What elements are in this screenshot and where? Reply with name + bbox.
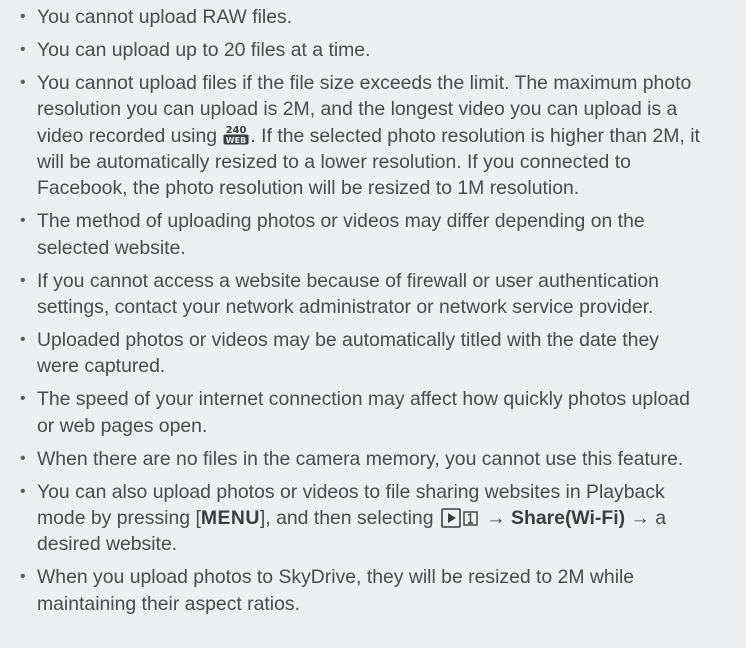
bullet: • [20, 482, 26, 500]
icon-label-top: 240 [226, 125, 247, 136]
list-item: • If you cannot access a website because… [20, 268, 706, 321]
list-item: • The method of uploading photos or vide… [20, 208, 706, 261]
note-text: You cannot upload RAW files. [37, 6, 293, 28]
list-item: • You can upload up to 20 files at a tim… [20, 37, 706, 63]
list-item: • When you upload photos to SkyDrive, th… [20, 564, 706, 617]
arrow: → [630, 506, 650, 529]
bullet: • [20, 212, 26, 230]
list-item: • When there are no files in the camera … [20, 446, 706, 472]
note-text: The method of uploading photos or videos… [37, 210, 645, 259]
list-item: • The speed of your internet connection … [20, 386, 706, 439]
list-item: • You can also upload photos or videos t… [20, 479, 706, 558]
bullet: • [20, 271, 26, 289]
note-text: You can upload up to 20 files at a time. [37, 38, 371, 61]
note-text: Uploaded photos or videos may be automat… [37, 328, 659, 378]
bullet: • [20, 330, 26, 348]
note-text: The speed of your internet connection ma… [37, 388, 690, 437]
playback-menu-icon [441, 508, 478, 528]
bullet: • [20, 449, 26, 467]
resolution-240-web-icon: 240 WEB [223, 125, 249, 145]
bullet: • [20, 73, 26, 91]
note-text: ], and then selecting [259, 506, 439, 529]
list-item: • You cannot upload files if the file si… [20, 70, 706, 202]
menu-key: MENU [200, 506, 260, 529]
arrow: → [486, 506, 506, 529]
bullet: • [20, 8, 26, 25]
bullet: • [20, 568, 26, 586]
share-wifi-label: Share(Wi-Fi) [511, 506, 626, 529]
list-item: • You cannot upload RAW files. [20, 4, 706, 30]
bullet: • [20, 40, 26, 58]
note-text: When there are no files in the camera me… [37, 447, 684, 470]
icon-label-bottom: WEB [226, 136, 246, 145]
notes-list: • You cannot upload RAW files. • You can… [0, 0, 746, 617]
bullet: • [20, 390, 26, 408]
list-item: • Uploaded photos or videos may be autom… [20, 327, 706, 380]
note-text: When you upload photos to SkyDrive, they… [37, 566, 635, 615]
note-text: If you cannot access a website because o… [37, 269, 659, 319]
